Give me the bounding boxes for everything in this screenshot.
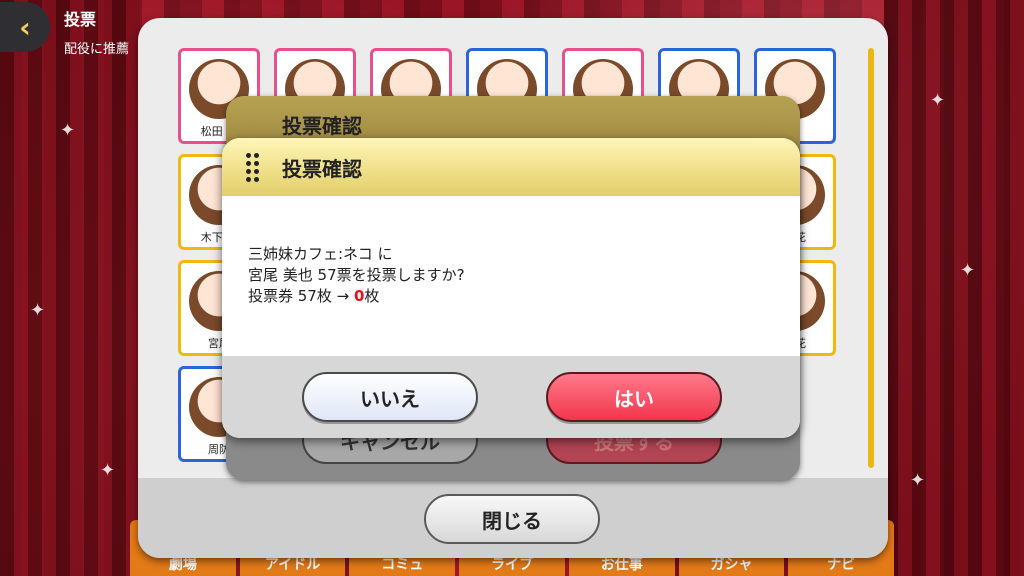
- dialog-line-votes: 宮尾 美也 57票を投票しますか?: [248, 266, 465, 284]
- sparkle-icon: ✦: [960, 260, 976, 281]
- page-subtitle: 配役に推薦: [64, 42, 130, 57]
- grip-icon: [246, 153, 260, 183]
- dialog-footer: いいえ はい: [222, 356, 800, 438]
- chevron-left-icon: ‹: [19, 10, 31, 44]
- curtain-right: [884, 0, 1024, 576]
- back-dialog-title: 投票確認: [282, 113, 362, 138]
- no-button[interactable]: いいえ: [302, 372, 478, 422]
- curtain-left: [0, 0, 140, 576]
- close-button[interactable]: 閉じる: [424, 494, 600, 544]
- grip-icon: [248, 110, 262, 140]
- yes-button[interactable]: はい: [546, 372, 722, 422]
- panel-footer: 閉じる: [138, 478, 888, 558]
- dialog-header: 投票確認: [222, 138, 800, 196]
- sparkle-icon: ✦: [60, 120, 76, 141]
- tickets-remaining: 0: [353, 287, 365, 305]
- tickets-prefix: 投票券 57枚 →: [248, 287, 354, 305]
- scrollbar[interactable]: [868, 48, 874, 468]
- sparkle-icon: ✦: [930, 90, 946, 111]
- sparkle-icon: ✦: [30, 300, 46, 321]
- tickets-suffix: 枚: [364, 287, 380, 305]
- page-title: 投票: [64, 10, 97, 29]
- dialog-body: 三姉妹カフェ:ネコ に 宮尾 美也 57票を投票しますか? 投票券 57枚 → …: [222, 196, 800, 356]
- sparkle-icon: ✦: [910, 470, 926, 491]
- dialog-line-tickets: 投票券 57枚 → 0枚: [248, 286, 800, 307]
- vote-confirm-dialog: 投票確認 三姉妹カフェ:ネコ に 宮尾 美也 57票を投票しますか? 投票券 5…: [222, 138, 800, 438]
- dialog-title: 投票確認: [282, 156, 362, 181]
- dialog-line-target: 三姉妹カフェ:ネコ に: [248, 245, 393, 263]
- sparkle-icon: ✦: [100, 460, 116, 481]
- back-button[interactable]: ‹: [0, 2, 50, 52]
